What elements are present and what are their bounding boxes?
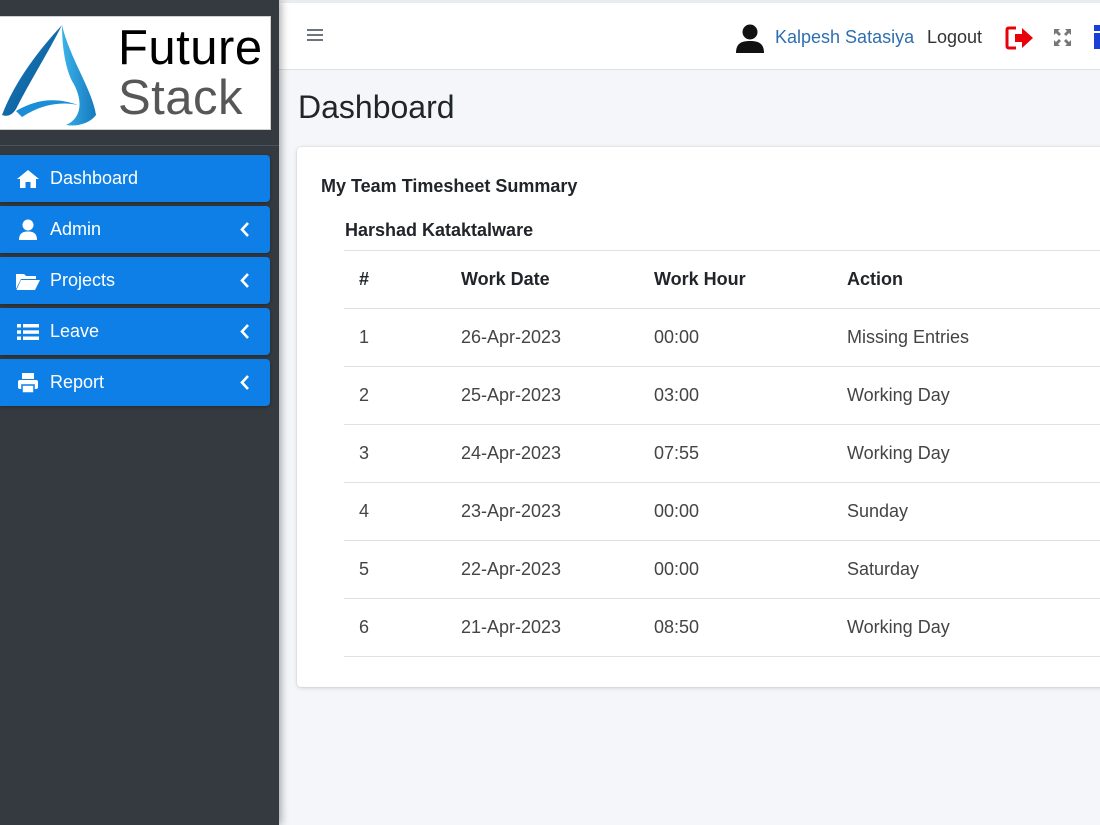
row-work-hour: 07:55: [639, 424, 832, 483]
home-icon: [0, 155, 50, 202]
sidebar-item-leave[interactable]: Leave: [0, 308, 270, 355]
row-work-hour: 00:00: [639, 308, 832, 367]
info-icon[interactable]: [1092, 25, 1100, 49]
page-title: Dashboard: [298, 89, 455, 125]
row-action: Working Day: [832, 598, 1100, 657]
column-header-work-date: Work Date: [446, 250, 639, 309]
row-work-date: 23-Apr-2023: [446, 482, 639, 541]
row-action-missing-entries[interactable]: Missing Entries: [832, 308, 1100, 367]
sidebar-divider: [0, 145, 279, 146]
column-header-number: #: [344, 250, 446, 309]
hamburger-menu-icon[interactable]: [305, 25, 325, 45]
sidebar-item-label: Admin: [50, 219, 102, 239]
table-row: 4 23-Apr-2023 00:00 Sunday: [344, 482, 1100, 541]
row-work-hour: 00:00: [639, 482, 832, 541]
timesheet-summary-card: My Team Timesheet Summary Harshad Katakt…: [297, 147, 1100, 687]
chevron-left-icon: [240, 324, 249, 339]
list-icon: [0, 308, 50, 355]
sidebar-item-admin[interactable]: Admin: [0, 206, 270, 253]
table-row: 6 21-Apr-2023 08:50 Working Day: [344, 598, 1100, 657]
table-row: 1 26-Apr-2023 00:00 Missing Entries: [344, 308, 1100, 367]
table-row: 2 25-Apr-2023 03:00 Working Day: [344, 366, 1100, 425]
user-name-link[interactable]: Kalpesh Satasiya: [775, 27, 914, 48]
row-action: Saturday: [832, 540, 1100, 599]
column-header-action: Action: [832, 250, 1100, 309]
logout-link[interactable]: Logout: [927, 27, 982, 48]
row-work-date: 22-Apr-2023: [446, 540, 639, 599]
row-action: Working Day: [832, 366, 1100, 425]
print-icon: [0, 359, 50, 406]
sidebar-item-report[interactable]: Report: [0, 359, 270, 406]
top-navbar: Kalpesh Satasiya Logout: [279, 0, 1100, 70]
sign-out-icon[interactable]: [1005, 25, 1035, 51]
row-number: 6: [344, 598, 446, 657]
chevron-left-icon: [240, 273, 249, 288]
sidebar-item-label: Projects: [50, 270, 116, 290]
user-avatar-icon: [736, 24, 764, 53]
user-icon: [0, 206, 50, 253]
column-header-work-hour: Work Hour: [639, 250, 832, 309]
table-row: 5 22-Apr-2023 00:00 Saturday: [344, 540, 1100, 599]
row-work-date: 26-Apr-2023: [446, 308, 639, 367]
sidebar: Future Stack Dashboard Admin Projects Le…: [0, 0, 279, 825]
row-work-hour: 08:50: [639, 598, 832, 657]
row-action: Sunday: [832, 482, 1100, 541]
folder-open-icon: [0, 257, 50, 304]
row-number: 2: [344, 366, 446, 425]
brand-name-line2: Stack: [118, 71, 244, 125]
row-work-date: 24-Apr-2023: [446, 424, 639, 483]
row-number: 1: [344, 308, 446, 367]
card-title: My Team Timesheet Summary: [321, 176, 578, 196]
fullscreen-icon[interactable]: [1053, 28, 1072, 47]
sidebar-item-label: Leave: [50, 321, 100, 341]
chevron-left-icon: [240, 375, 249, 390]
timesheet-table: # Work Date Work Hour Action 1 26-Apr-20…: [344, 250, 1100, 657]
logo-icon: [2, 25, 96, 126]
row-action: Working Day: [832, 424, 1100, 483]
row-number: 5: [344, 540, 446, 599]
team-member-name: Harshad Kataktalware: [345, 220, 534, 240]
table-header-row: # Work Date Work Hour Action: [344, 250, 1100, 309]
row-work-date: 21-Apr-2023: [446, 598, 639, 657]
table-row: 3 24-Apr-2023 07:55 Working Day: [344, 424, 1100, 483]
sidebar-item-label: Report: [50, 372, 105, 392]
chevron-left-icon: [240, 222, 249, 237]
sidebar-item-projects[interactable]: Projects: [0, 257, 270, 304]
row-work-hour: 03:00: [639, 366, 832, 425]
sidebar-item-dashboard[interactable]: Dashboard: [0, 155, 270, 202]
row-work-date: 25-Apr-2023: [446, 366, 639, 425]
row-work-hour: 00:00: [639, 540, 832, 599]
row-number: 4: [344, 482, 446, 541]
sidebar-nav: Dashboard Admin Projects Leave Report: [0, 155, 270, 410]
row-number: 3: [344, 424, 446, 483]
sidebar-item-label: Dashboard: [50, 168, 139, 188]
brand-logo-box[interactable]: Future Stack: [0, 16, 271, 130]
